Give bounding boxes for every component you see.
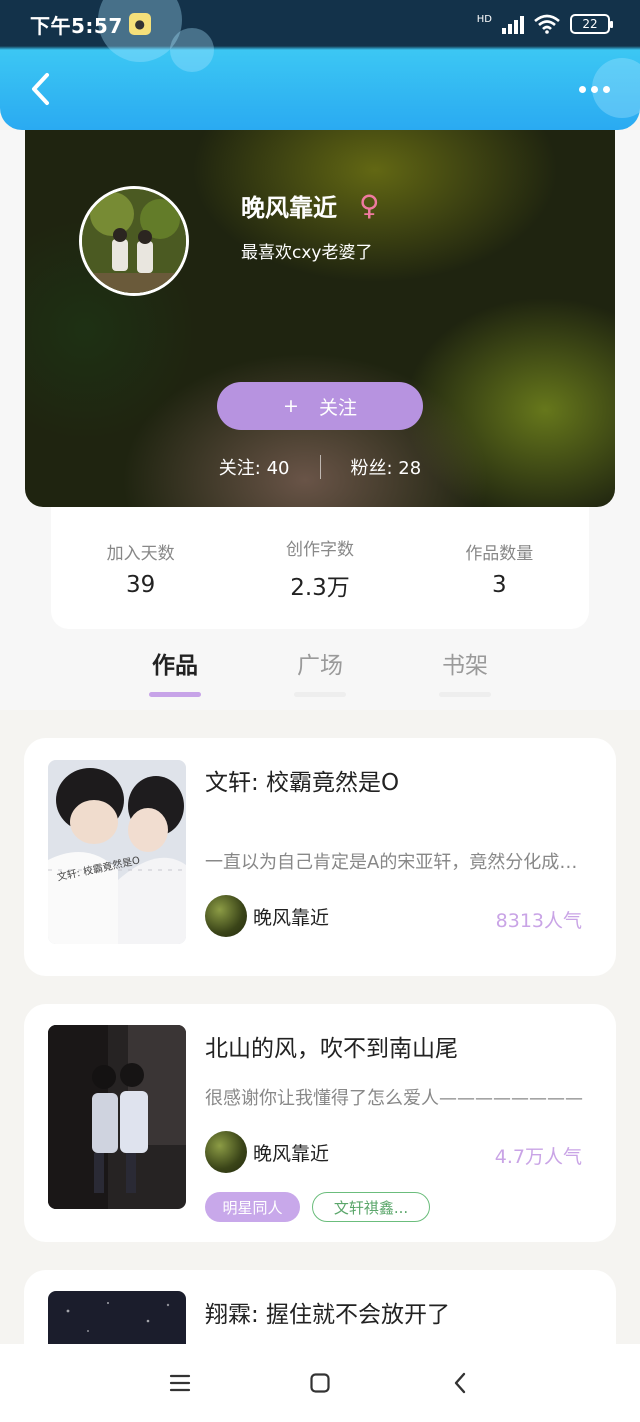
system-back-button[interactable]	[440, 1363, 480, 1403]
profile-card: 晚风靠近 ♀ 最喜欢cxy老婆了 + 关注 关注: 40 粉丝: 28	[25, 110, 615, 507]
app-header	[0, 48, 640, 130]
tab-label: 广场	[297, 653, 343, 679]
hd-label: HD	[476, 14, 492, 25]
work-title[interactable]: 北山的风，吹不到南山尾	[205, 1029, 458, 1063]
dot	[579, 85, 586, 93]
menu-button[interactable]	[160, 1363, 200, 1403]
work-tag[interactable]: 明星同人	[205, 1192, 300, 1222]
chevron-left-icon	[454, 1372, 466, 1394]
status-indicators: HD 22	[476, 14, 613, 34]
work-description: 很感谢你让我懂得了怎么爱人————————	[205, 1088, 583, 1109]
followers-count[interactable]: 粉丝: 28	[351, 454, 422, 480]
stat-join-days: 加入天数 39	[66, 539, 216, 598]
stats-card: 加入天数 39 创作字数 2.3万 作品数量 3	[51, 507, 589, 629]
work-card[interactable]: 北山的风，吹不到南山尾 很感谢你让我懂得了怎么爱人———————— 晚风靠近 4…	[24, 1004, 616, 1242]
author-name: 晚风靠近	[253, 1142, 330, 1165]
status-time: 下午5:57	[30, 13, 123, 38]
work-cover[interactable]	[48, 1025, 186, 1209]
profile-avatar[interactable]	[79, 186, 189, 296]
work-tag[interactable]: 文轩祺鑫...	[312, 1192, 430, 1222]
avatar-image	[82, 189, 186, 293]
work-popularity: 4.7万人气	[494, 1146, 582, 1168]
work-description: 一直以为自己肯定是A的宋亚轩，竟然分化成了O	[205, 852, 590, 873]
tab-works[interactable]: 作品	[135, 646, 215, 697]
author-name: 晚风靠近	[253, 906, 330, 929]
stat-label: 创作字数	[285, 539, 354, 560]
work-author[interactable]: 晚风靠近	[205, 1131, 329, 1173]
author-avatar	[205, 1131, 247, 1173]
battery-icon: 22	[570, 14, 613, 34]
stat-value: 3	[491, 571, 507, 598]
stat-value: 2.3万	[290, 574, 350, 601]
menu-icon	[169, 1374, 191, 1392]
cover-image	[48, 760, 186, 944]
follow-stats: 关注: 40 粉丝: 28	[25, 454, 615, 480]
tab-bookshelf[interactable]: 书架	[425, 646, 505, 697]
tab-label: 书架	[442, 653, 488, 679]
stat-works-count: 作品数量 3	[424, 539, 574, 598]
cover-image	[48, 1025, 186, 1209]
stat-label: 作品数量	[465, 543, 534, 564]
status-bar: 下午5:57 ● HD 22	[0, 0, 640, 48]
tab-indicator	[439, 692, 491, 697]
profile-tabs: 作品 广场 书架	[0, 640, 640, 700]
stat-label: 加入天数	[106, 543, 175, 564]
system-nav-bar	[0, 1344, 640, 1422]
chevron-left-icon	[32, 73, 49, 105]
author-avatar	[205, 895, 247, 937]
profile-bio: 最喜欢cxy老婆了	[241, 243, 373, 263]
work-card[interactable]: 文轩: 校霸竟然是O 文轩: 校霸竟然是O 一直以为自己肯定是A的宋亚轩，竟然分…	[24, 738, 616, 976]
back-button[interactable]	[20, 69, 60, 109]
divider	[319, 455, 321, 479]
more-options-button[interactable]	[569, 76, 620, 103]
stat-value: 39	[126, 571, 156, 598]
signal-icon	[502, 14, 524, 34]
tab-indicator	[294, 692, 346, 697]
home-button[interactable]	[300, 1363, 340, 1403]
tab-square[interactable]: 广场	[280, 646, 360, 697]
stat-word-count: 创作字数 2.3万	[245, 535, 395, 602]
work-title[interactable]: 翔霖: 握住就不会放开了	[205, 1295, 450, 1329]
female-icon: ♀	[359, 189, 380, 222]
work-author[interactable]: 晚风靠近	[205, 895, 329, 937]
plus-icon: +	[283, 395, 299, 417]
work-popularity: 8313人气	[495, 910, 582, 932]
following-count[interactable]: 关注: 40	[219, 454, 290, 480]
work-cover[interactable]: 文轩: 校霸竟然是O	[48, 760, 186, 944]
profile-name-text: 晚风靠近	[241, 194, 337, 222]
notification-app-icon: ●	[128, 13, 151, 35]
tab-indicator	[149, 692, 201, 697]
follow-button[interactable]: + 关注	[217, 382, 423, 430]
wifi-icon	[534, 14, 560, 34]
follow-label: 关注	[318, 396, 357, 419]
battery-level: 22	[582, 17, 598, 31]
work-title[interactable]: 文轩: 校霸竟然是O	[205, 763, 399, 797]
tab-label: 作品	[152, 653, 198, 679]
profile-name: 晚风靠近 ♀	[241, 188, 380, 223]
home-square-icon	[310, 1373, 330, 1393]
dot	[603, 85, 610, 93]
dot	[591, 85, 598, 93]
